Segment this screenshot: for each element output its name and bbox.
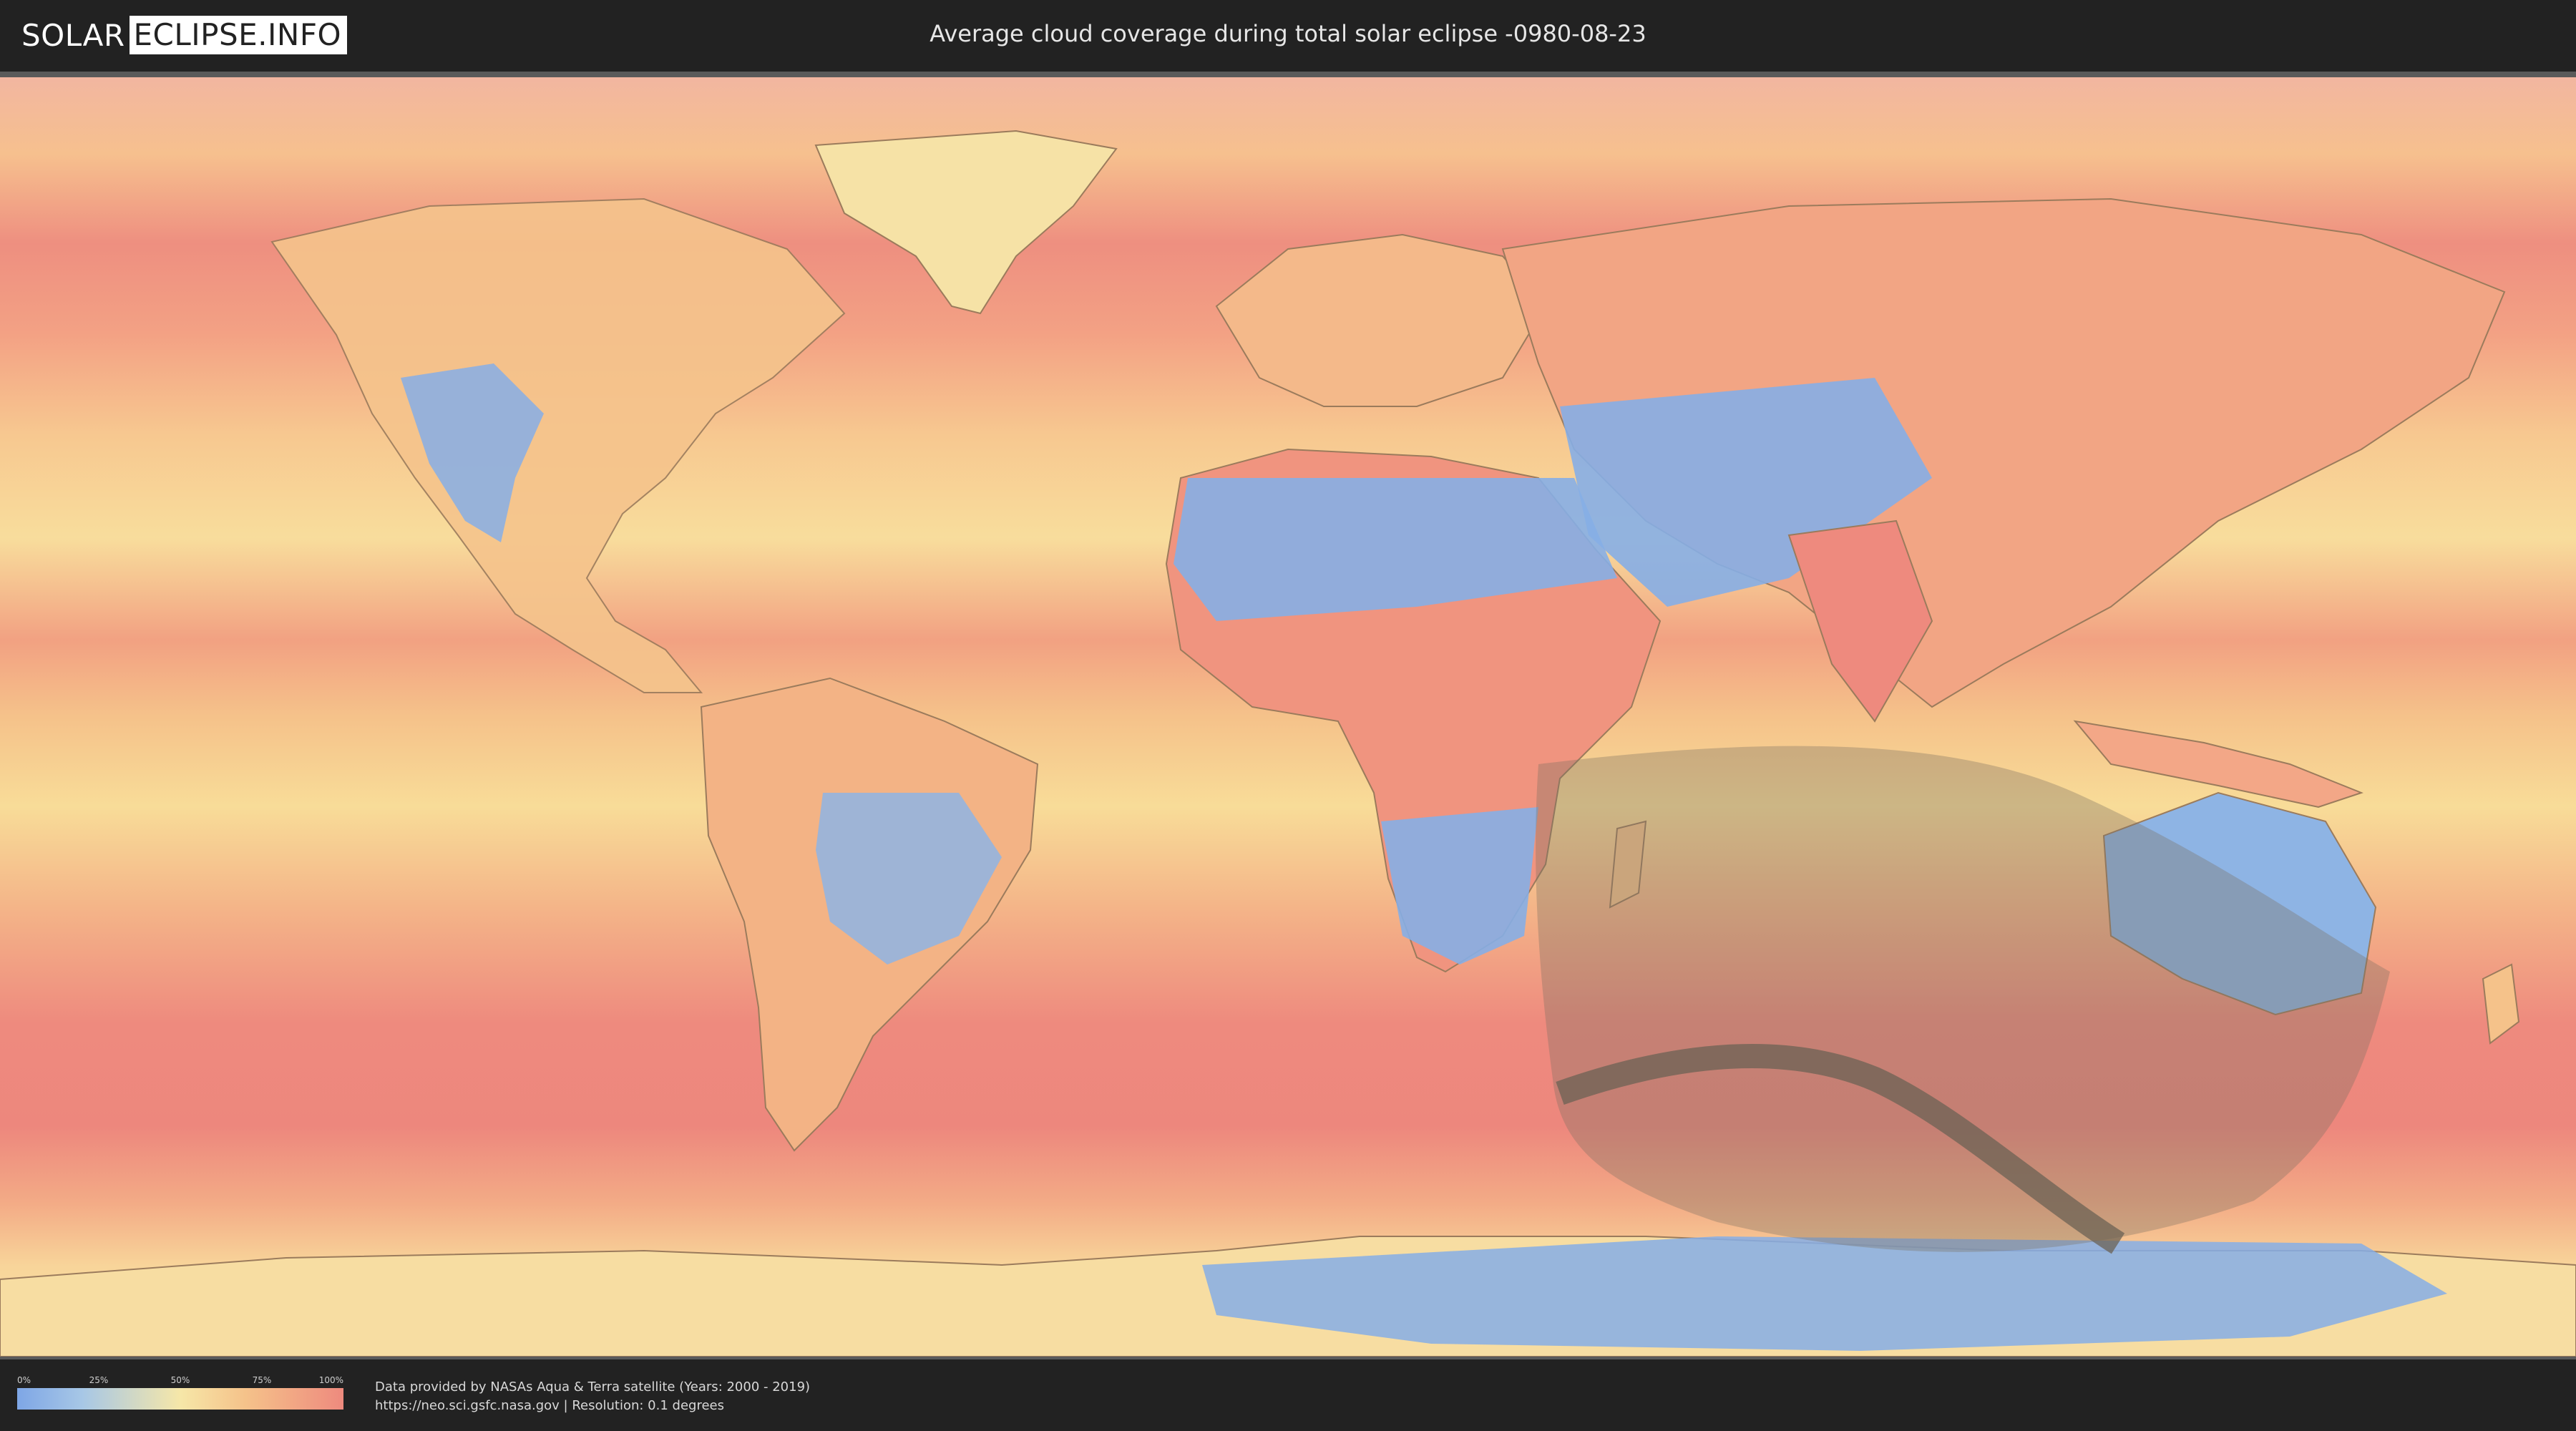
legend-tick-0: 0% <box>17 1375 31 1385</box>
footer: 0% 25% 50% 75% 100% Data provided by NAS… <box>0 1357 2576 1431</box>
cloud-coverage-map <box>0 77 2576 1357</box>
legend-color-bar <box>17 1388 343 1410</box>
legend-tick-100: 100% <box>318 1375 343 1385</box>
legend-tick-25: 25% <box>89 1375 109 1385</box>
header: SOLAR ECLIPSE.INFO Average cloud coverag… <box>0 0 2576 72</box>
legend-ticks: 0% 25% 50% 75% 100% <box>17 1375 343 1388</box>
legend-tick-75: 75% <box>252 1375 272 1385</box>
page-title: Average cloud coverage during total sola… <box>930 20 1646 47</box>
header-divider <box>0 72 2576 77</box>
world-map-svg <box>0 77 2576 1357</box>
cloud-coverage-legend: 0% 25% 50% 75% 100% <box>17 1375 343 1410</box>
legend-tick-50: 50% <box>170 1375 190 1385</box>
credits-line-source: Data provided by NASAs Aqua & Terra sate… <box>375 1379 811 1395</box>
data-credits: Data provided by NASAs Aqua & Terra sate… <box>375 1378 810 1415</box>
credits-line-url[interactable]: https://neo.sci.gsfc.nasa.gov | Resoluti… <box>375 1397 810 1415</box>
